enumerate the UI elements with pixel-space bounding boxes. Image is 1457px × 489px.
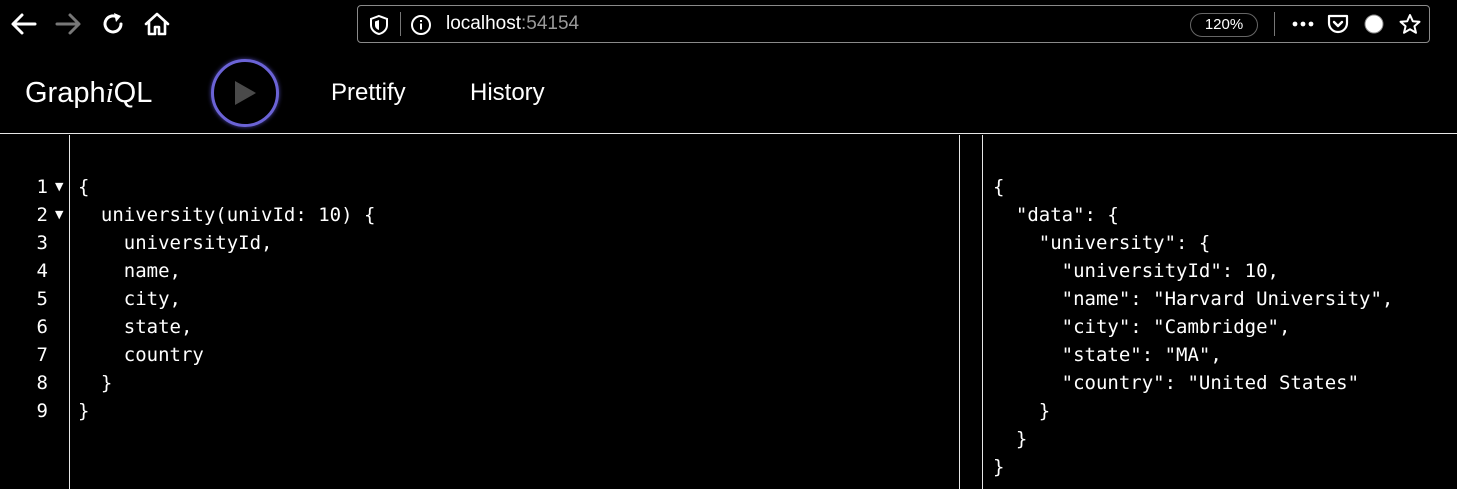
logo-suffix: QL — [113, 77, 153, 109]
code-line: country — [78, 344, 204, 366]
line-number: 4 — [36, 260, 48, 282]
browser-toolbar: localhost:54154 120% — [0, 0, 1457, 48]
url-host: localhost — [446, 13, 521, 34]
query-editor[interactable]: 1 ▼ 2 ▼ 3 4 5 6 7 8 9 { university(univId:… — [0, 135, 960, 489]
result-line: "university": { — [993, 232, 1211, 254]
play-icon — [235, 81, 256, 105]
code-line: universityId, — [78, 232, 273, 254]
fold-arrow-icon[interactable]: ▼ — [55, 173, 63, 201]
code-line: } — [78, 400, 90, 422]
execute-query-button[interactable] — [211, 59, 279, 127]
more-icon[interactable] — [1290, 13, 1316, 35]
url-text[interactable]: localhost:54154 — [446, 13, 579, 35]
gutter-line: 4 — [0, 257, 70, 285]
gutter-line: 5 — [0, 285, 70, 313]
line-number: 8 — [36, 372, 48, 394]
code-line: } — [78, 372, 113, 394]
gutter-line: 6 — [0, 313, 70, 341]
result-line: "state": "MA", — [993, 344, 1222, 366]
line-number: 7 — [36, 344, 48, 366]
graphiql-logo: GraphiQL — [25, 77, 152, 109]
arrow-left-icon — [11, 13, 37, 35]
zoom-level-badge[interactable]: 120% — [1190, 13, 1258, 37]
line-number: 1 — [36, 176, 48, 198]
home-button[interactable] — [142, 8, 172, 40]
code-line: { — [78, 176, 90, 198]
gutter-line: 7 — [0, 341, 70, 369]
info-icon[interactable] — [410, 14, 432, 36]
history-button[interactable]: History — [470, 79, 545, 107]
fold-arrow-icon[interactable]: ▼ — [55, 201, 63, 229]
logo-i: i — [105, 77, 114, 109]
pocket-icon[interactable] — [1326, 13, 1350, 35]
back-button[interactable] — [8, 8, 38, 40]
result-line: "data": { — [993, 204, 1119, 226]
gutter-line: 2 ▼ — [0, 201, 70, 229]
result-line: "name": "Harvard University", — [993, 288, 1394, 310]
url-bar[interactable]: localhost:54154 120% — [357, 5, 1430, 43]
code-line: university(univId: 10) { — [78, 204, 376, 226]
shield-icon[interactable] — [368, 14, 390, 36]
code-line: state, — [78, 316, 193, 338]
home-icon — [144, 12, 170, 36]
url-divider — [1274, 12, 1275, 36]
circle-icon[interactable] — [1363, 13, 1385, 35]
line-number: 5 — [36, 288, 48, 310]
forward-button[interactable] — [54, 8, 84, 40]
pane-divider[interactable] — [959, 135, 983, 489]
gutter-line: 1 ▼ — [0, 173, 70, 201]
line-number: 3 — [36, 232, 48, 254]
result-line: "city": "Cambridge", — [993, 316, 1291, 338]
star-icon[interactable] — [1398, 13, 1422, 35]
url-port: :54154 — [521, 13, 580, 34]
line-number: 9 — [36, 400, 48, 422]
query-code[interactable]: { university(univId: 10) { universityId,… — [78, 173, 375, 425]
graphiql-toolbar: GraphiQL Prettify History — [0, 48, 1457, 134]
code-line: name, — [78, 260, 181, 282]
arrow-right-icon — [55, 13, 81, 35]
result-line: } — [993, 428, 1028, 450]
result-line: "country": "United States" — [993, 372, 1360, 394]
url-divider — [400, 12, 401, 36]
logo-prefix: Graph — [25, 77, 106, 109]
result-line: } — [993, 400, 1051, 422]
line-number: 2 — [36, 204, 48, 226]
result-line: "universityId": 10, — [993, 260, 1279, 282]
prettify-button[interactable]: Prettify — [331, 79, 406, 107]
gutter-line: 3 — [0, 229, 70, 257]
line-number-gutter: 1 ▼ 2 ▼ 3 4 5 6 7 8 9 — [0, 135, 70, 489]
line-number: 6 — [36, 316, 48, 338]
result-line: { — [993, 176, 1005, 198]
reload-icon — [103, 13, 123, 34]
gutter-line: 8 — [0, 369, 70, 397]
reload-button[interactable] — [98, 8, 128, 40]
result-code[interactable]: { "data": { "university": { "universityI… — [993, 173, 1393, 481]
result-line: } — [993, 456, 1005, 478]
result-viewer[interactable]: ▼ ▼ ▼ { "data": { "university": { "unive… — [983, 135, 1457, 489]
gutter-line: 9 — [0, 397, 70, 425]
code-line: city, — [78, 288, 181, 310]
